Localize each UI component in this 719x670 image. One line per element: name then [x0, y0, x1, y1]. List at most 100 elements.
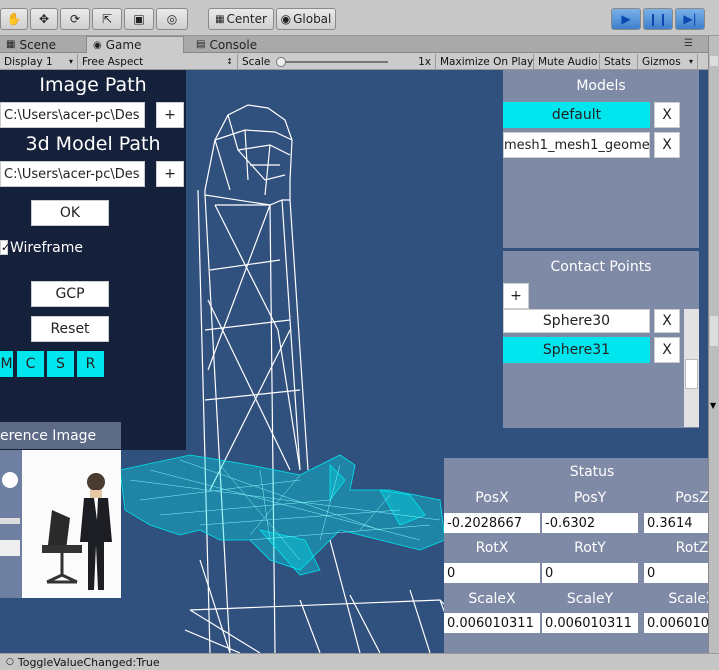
play-button[interactable]: ▶: [611, 8, 641, 30]
tab-game[interactable]: ◉ Game: [86, 36, 184, 53]
gizmos-label: Gizmos: [642, 55, 681, 68]
contact-point-item-selected[interactable]: Sphere31: [503, 337, 650, 363]
rotx-label: RotX: [475, 540, 509, 556]
global-button[interactable]: ◉ Global: [276, 8, 336, 30]
roty-input[interactable]: 0: [542, 563, 638, 583]
scale-value: 1x: [418, 55, 431, 68]
reference-image-header: erence Image: [0, 422, 121, 449]
maximize-on-play-toggle[interactable]: Maximize On Play: [436, 54, 534, 69]
aspect-label: Free Aspect: [82, 55, 144, 68]
scale-slider-group: Scale 1x: [238, 54, 436, 69]
ok-button[interactable]: OK: [31, 200, 109, 226]
model-path-title: 3d Model Path: [25, 133, 161, 155]
model-item-mesh[interactable]: mesh1_mesh1_geomet: [503, 132, 650, 158]
posx-label: PosX: [475, 490, 509, 506]
scrollbar-thumb[interactable]: [685, 359, 698, 389]
scalez-input[interactable]: 0.006010: [644, 613, 708, 633]
console-message: ToggleValueChanged:True: [17, 655, 160, 669]
reference-slider-mark: [0, 518, 20, 524]
rotx-input[interactable]: 0: [444, 563, 540, 583]
contact-remove-button[interactable]: X: [654, 309, 680, 333]
space-label: Global: [293, 12, 332, 26]
dock-button[interactable]: [710, 56, 718, 66]
image-path-input[interactable]: C:\Users\acer-pc\Des: [0, 102, 145, 128]
tab-console-label: Console: [209, 37, 258, 52]
game-options-bar: Display 1 ▾ Free Aspect ↕ Scale 1x Maximiz…: [0, 53, 708, 70]
pivot-center-button[interactable]: ▦ Center: [208, 8, 274, 30]
scaley-input[interactable]: 0.006010311: [542, 613, 638, 633]
console-status-bar[interactable]: ○ ToggleValueChanged:True: [0, 653, 719, 670]
step-icon: ▶|: [683, 12, 697, 26]
tab-console[interactable]: ▤ Console: [190, 36, 280, 53]
info-icon: ○: [6, 657, 14, 667]
person-photo-icon: [42, 473, 112, 590]
posx-input[interactable]: -0.2028667: [444, 513, 540, 533]
move-icon[interactable]: ✥: [30, 8, 58, 30]
display-label: Display 1: [4, 55, 53, 68]
scale-icon[interactable]: ⇱: [92, 8, 122, 30]
play-icon: ▶: [621, 12, 631, 26]
tab-bar: ▦ Scene ◉ Game ▤ Console ☰: [0, 36, 708, 53]
image-path-add-button[interactable]: +: [156, 102, 184, 128]
status-panel: Status PosX PosY PosZ -0.2028667 -0.6302…: [444, 458, 708, 653]
wireframe-checkbox[interactable]: ✓: [0, 240, 10, 255]
tab-menu-icon[interactable]: ☰: [684, 38, 693, 49]
model-remove-button[interactable]: X: [654, 132, 680, 158]
model-item-default[interactable]: default: [503, 102, 650, 128]
mute-audio-toggle[interactable]: Mute Audio: [534, 54, 600, 69]
rect-icon[interactable]: ▣: [124, 8, 154, 30]
dock-arrow-icon[interactable]: ▼: [710, 401, 716, 410]
scale-slider[interactable]: [276, 56, 389, 67]
model-remove-button[interactable]: X: [654, 102, 680, 128]
posz-input[interactable]: 0.3614: [644, 513, 708, 533]
display-dropdown[interactable]: Display 1 ▾: [0, 54, 78, 69]
posy-input[interactable]: -0.6302: [542, 513, 638, 533]
left-control-panel: Image Path C:\Users\acer-pc\Des + 3d Mod…: [0, 70, 186, 450]
pause-button[interactable]: ❙❙: [643, 8, 673, 30]
contact-points-panel: Contact Points + Sphere30 X Sphere31 X: [503, 251, 699, 428]
model-path-input[interactable]: C:\Users\acer-pc\Des: [0, 161, 145, 187]
reset-button[interactable]: Reset: [31, 316, 109, 342]
game-view[interactable]: Image Path C:\Users\acer-pc\Des + 3d Mod…: [0, 70, 708, 653]
tab-scene[interactable]: ▦ Scene: [0, 36, 84, 53]
contact-point-item[interactable]: Sphere30: [503, 309, 650, 333]
mode-r-button[interactable]: R: [77, 351, 104, 377]
scale-label: Scale: [242, 55, 271, 68]
reference-slider-track[interactable]: [0, 450, 22, 598]
maximize-label: Maximize On Play: [440, 55, 534, 68]
reference-slider-handle[interactable]: [2, 472, 18, 488]
hand-icon[interactable]: ✋: [0, 8, 28, 30]
dropdown-arrow-icon: ▾: [68, 57, 73, 66]
reference-image: [22, 450, 121, 598]
roty-label: RotY: [574, 540, 606, 556]
scalex-input[interactable]: 0.006010311: [444, 613, 540, 633]
transform-icon[interactable]: ◎: [156, 8, 188, 30]
globe-icon: ◉: [280, 12, 292, 26]
mute-label: Mute Audio: [538, 55, 598, 68]
mode-c-button[interactable]: C: [17, 351, 44, 377]
gcp-button[interactable]: GCP: [31, 281, 109, 307]
posz-label: PosZ: [675, 490, 708, 506]
dropdown-arrow-icon: ↕: [226, 57, 233, 66]
scale-slider-thumb[interactable]: [276, 56, 287, 67]
gizmos-dropdown[interactable]: Gizmos ▾: [638, 54, 698, 69]
mode-m-button[interactable]: M: [0, 351, 13, 377]
aspect-dropdown[interactable]: Free Aspect ↕: [78, 54, 238, 69]
mode-s-button[interactable]: S: [47, 351, 74, 377]
tab-scene-label: Scene: [19, 37, 57, 52]
contact-remove-button[interactable]: X: [654, 337, 680, 363]
rotz-input[interactable]: 0: [644, 563, 708, 583]
dropdown-arrow-icon: ▾: [688, 57, 693, 66]
reference-slider-mark: [0, 540, 20, 556]
stats-toggle[interactable]: Stats: [600, 54, 638, 69]
rotate-icon[interactable]: ⟳: [60, 8, 90, 30]
model-path-add-button[interactable]: +: [156, 161, 184, 187]
contact-points-scrollbar[interactable]: [684, 309, 699, 427]
pivot-label: Center: [226, 12, 267, 26]
add-contact-point-button[interactable]: +: [503, 283, 529, 309]
main-toolbar: ✋ ✥ ⟳ ⇱ ▣ ◎ ▦ Center ◉ Global ▶ ❙❙ ▶|: [0, 0, 719, 36]
right-dock-strip: ▼: [708, 36, 719, 653]
step-button[interactable]: ▶|: [675, 8, 705, 30]
dock-scroll-thumb[interactable]: [710, 316, 718, 346]
stats-label: Stats: [604, 55, 631, 68]
